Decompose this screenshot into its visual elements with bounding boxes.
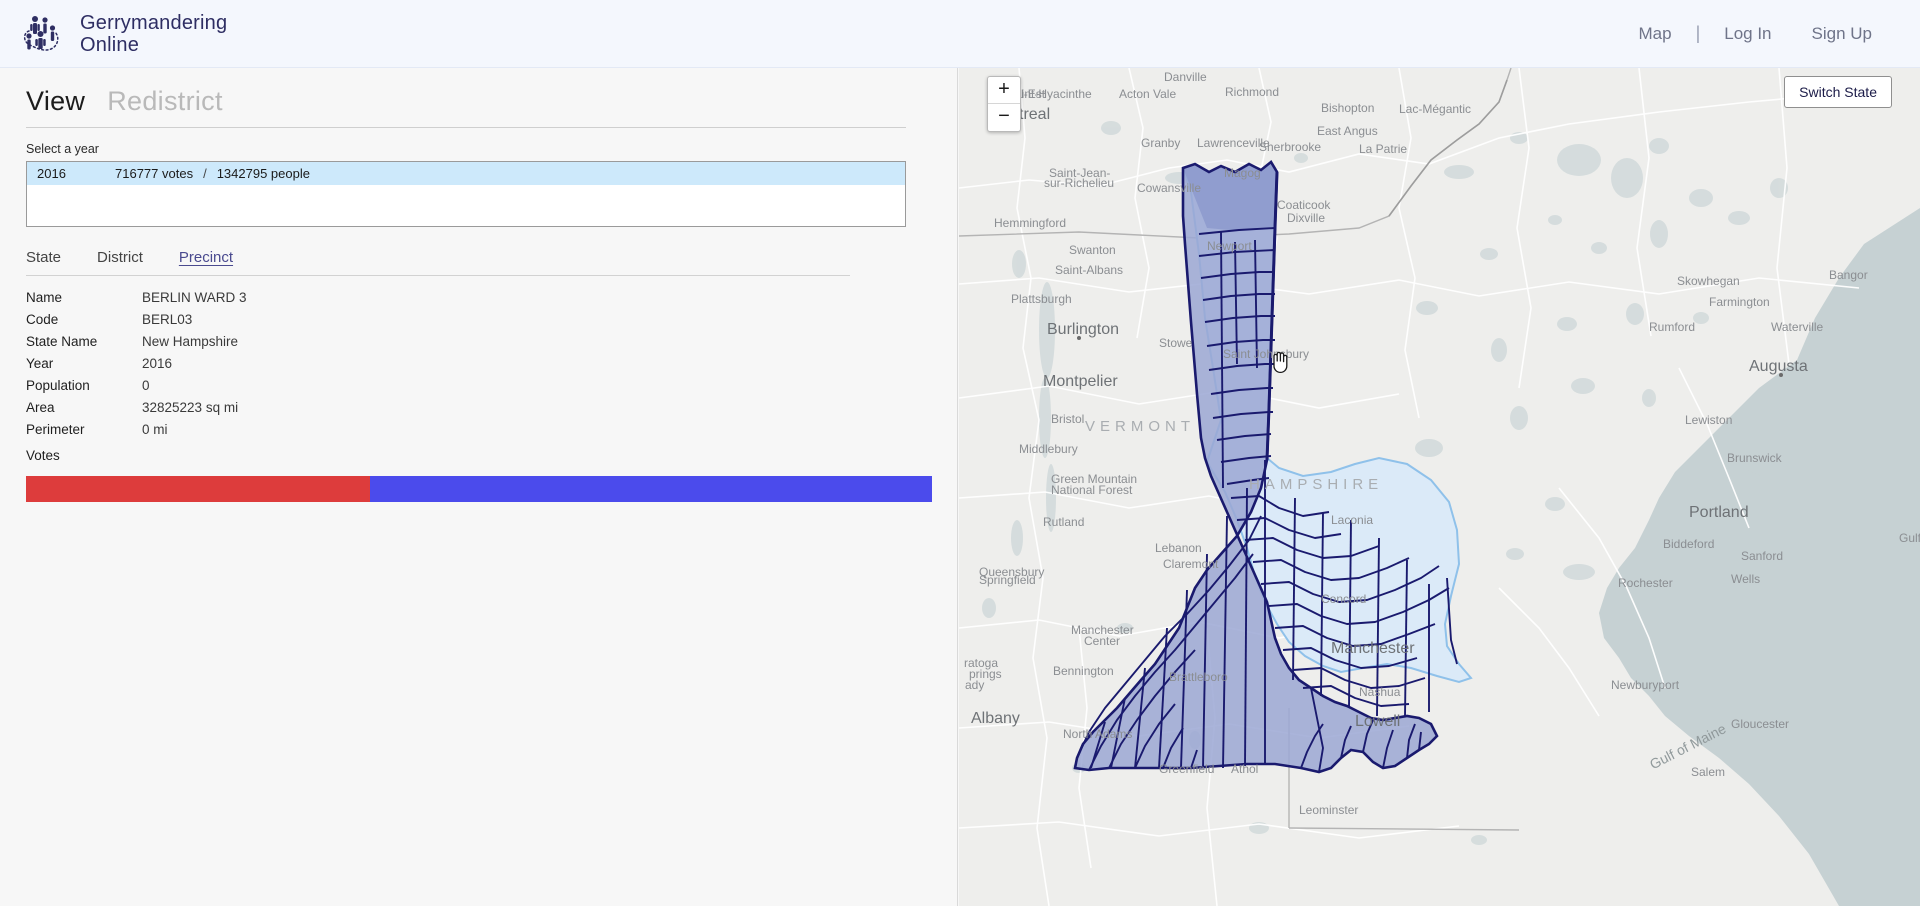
detail-key: Code: [26, 312, 59, 327]
nav-map[interactable]: Map: [1618, 24, 1691, 44]
detail-row-state-name: State Name New Hampshire: [26, 334, 931, 356]
detail-row-name: Name BERLIN WARD 3: [26, 290, 931, 312]
switch-state-button[interactable]: Switch State: [1784, 76, 1892, 108]
detail-key: Year: [26, 356, 54, 371]
year-selector-label: Select a year: [26, 142, 99, 156]
votes-label: Votes: [26, 448, 60, 463]
detail-key: Perimeter: [26, 422, 85, 437]
detail-row-area: Area 32825223 sq mi: [26, 400, 931, 422]
zoom-out-button[interactable]: −: [988, 104, 1020, 131]
city-dot-burlington: [1077, 336, 1081, 340]
detail-value: 0 mi: [142, 422, 168, 437]
votes-bar-democrat: [370, 476, 932, 502]
year-list-item[interactable]: 2016 716777 votes / 1342795 people: [27, 162, 905, 185]
detail-key: Area: [26, 400, 55, 415]
detail-value: 0: [142, 378, 150, 393]
map-base-layer: [959, 68, 1920, 906]
tab-state[interactable]: State: [26, 249, 61, 266]
nav-login[interactable]: Log In: [1704, 24, 1791, 44]
scope-tab-bar: State District Precinct: [26, 249, 850, 276]
detail-key: Name: [26, 290, 63, 305]
detail-value: BERLIN WARD 3: [142, 290, 247, 305]
app-header: Gerrymandering Online Map | Log In Sign …: [0, 0, 1920, 68]
year-selector-list[interactable]: 2016 716777 votes / 1342795 people: [26, 161, 906, 227]
detail-key: State Name: [26, 334, 98, 349]
brand-title: Gerrymandering Online: [80, 12, 227, 56]
detail-value: 2016: [142, 356, 173, 371]
people-group-icon: [23, 15, 59, 51]
detail-value: BERL03: [142, 312, 193, 327]
detail-row-year: Year 2016: [26, 356, 931, 378]
nav-separator: |: [1695, 23, 1701, 43]
detail-table: Name BERLIN WARD 3 Code BERL03 State Nam…: [26, 290, 931, 444]
year-value: 2016: [37, 166, 66, 181]
brand-title-line1: Gerrymandering: [80, 11, 228, 34]
city-dot-augusta: [1779, 373, 1783, 377]
detail-row-perimeter: Perimeter 0 mi: [26, 422, 931, 444]
tab-view[interactable]: View: [26, 86, 85, 117]
year-people: 1342795 people: [216, 166, 310, 181]
top-nav: Map | Log In Sign Up: [1618, 23, 1920, 44]
nav-signup[interactable]: Sign Up: [1792, 24, 1892, 44]
votes-bar-republican: [26, 476, 371, 502]
detail-value: New Hampshire: [142, 334, 239, 349]
votes-bar: [26, 476, 932, 502]
brand-title-line2: Online: [80, 33, 140, 56]
mode-tab-bar: View Redistrict: [26, 68, 906, 128]
map-canvas[interactable]: Danvilleontréal-EstSaint-HyacintheActon …: [959, 68, 1920, 906]
year-votes: 716777 votes: [115, 166, 194, 181]
zoom-in-button[interactable]: +: [988, 77, 1020, 104]
detail-row-population: Population 0: [26, 378, 931, 400]
detail-row-code: Code BERL03: [26, 312, 931, 334]
votes-block: Votes: [26, 448, 932, 502]
tab-district[interactable]: District: [97, 249, 143, 266]
detail-key: Population: [26, 378, 90, 393]
year-separator: /: [203, 166, 207, 181]
tab-precinct[interactable]: Precinct: [179, 249, 233, 266]
detail-value: 32825223 sq mi: [142, 400, 239, 415]
left-panel: View Redistrict Select a year 2016 71677…: [0, 68, 958, 906]
brand-logo[interactable]: Gerrymandering Online: [0, 12, 227, 56]
tab-redistrict[interactable]: Redistrict: [107, 86, 223, 117]
map-zoom-control: + −: [987, 76, 1021, 132]
